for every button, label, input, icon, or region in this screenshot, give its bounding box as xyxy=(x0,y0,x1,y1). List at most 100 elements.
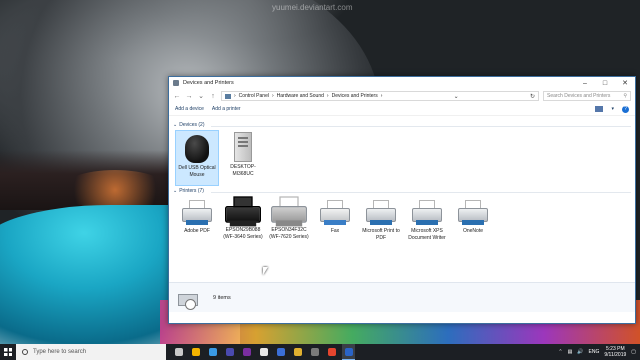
add-printer-button[interactable]: Add a printer xyxy=(212,106,241,112)
devices-group-header[interactable]: ⌄ Devices (2) xyxy=(173,122,205,128)
items-view: ⌄ Devices (2) Dell USB Optical Mouse DES… xyxy=(169,116,635,312)
printer-item-ms-print-to-pdf[interactable]: Microsoft Print to PDF xyxy=(359,200,403,241)
printer-item-fax[interactable]: Fax xyxy=(313,200,357,235)
minimize-button[interactable]: – xyxy=(575,77,595,89)
devices-and-printers-window: Devices and Printers – □ ✕ ← → ⌄ ↑ › Con… xyxy=(168,76,636,324)
details-pane: 9 items xyxy=(169,282,635,312)
refresh-icon[interactable]: ↻ xyxy=(530,93,535,100)
change-view-icon[interactable] xyxy=(595,106,604,112)
search-input[interactable]: Search Devices and Printers xyxy=(547,93,610,99)
breadcrumb-hardware-and-sound[interactable]: Hardware and Sound xyxy=(277,93,324,99)
taskbar-app-button[interactable] xyxy=(325,344,338,360)
printer-label: Fax xyxy=(330,228,340,234)
maximize-button[interactable]: □ xyxy=(595,77,615,89)
taskbar-app-button[interactable] xyxy=(189,344,202,360)
windows-logo-icon xyxy=(4,348,12,356)
printers-group-header[interactable]: ⌄ Printers (7) xyxy=(173,188,204,194)
printer-item-ms-xps-writer[interactable]: Microsoft XPS Document Writer xyxy=(405,200,449,241)
taskbar-search-box[interactable]: Type here to search xyxy=(16,344,166,360)
computer-icon xyxy=(234,132,252,162)
taskbar-app-button[interactable] xyxy=(342,344,355,360)
taskbar-app-icon xyxy=(242,348,251,356)
wallpaper-watermark: yuumei.deviantart.com xyxy=(272,3,353,12)
device-label: Dell USB Optical Mouse xyxy=(178,165,216,178)
title-bar[interactable]: Devices and Printers – □ ✕ xyxy=(169,77,635,89)
notifications-icon[interactable]: ▢ xyxy=(631,349,636,355)
language-indicator[interactable]: ENG xyxy=(589,349,600,355)
devices-printers-app-icon xyxy=(173,80,179,86)
printer-label: Microsoft Print to PDF xyxy=(362,228,400,241)
search-icon xyxy=(22,349,28,355)
taskbar-app-button[interactable] xyxy=(240,344,253,360)
printer-label: Microsoft XPS Document Writer xyxy=(408,228,446,241)
printer-icon xyxy=(180,200,214,226)
taskbar-app-icon xyxy=(208,348,217,356)
device-item-mouse[interactable]: Dell USB Optical Mouse xyxy=(175,130,219,186)
window-title: Devices and Printers xyxy=(183,80,234,86)
taskbar-app-icon xyxy=(276,348,285,356)
printer-label: EPSON34F32C (WF-7620 Series) xyxy=(269,227,309,240)
devices-printers-icon xyxy=(177,288,199,310)
printer-item-onenote[interactable]: OneNote xyxy=(451,200,495,235)
taskbar-app-button[interactable] xyxy=(257,344,270,360)
fire-glow xyxy=(60,170,170,210)
taskbar-app-icon xyxy=(327,348,336,356)
close-button[interactable]: ✕ xyxy=(615,77,635,89)
forward-arrow-icon[interactable]: → xyxy=(185,93,193,100)
recent-locations-chevron-icon[interactable]: ⌄ xyxy=(197,92,205,100)
printer-item-epson-wf7620[interactable]: EPSON34F32C (WF-7620 Series) xyxy=(267,196,311,240)
printer-item-adobe-pdf[interactable]: Adobe PDF xyxy=(175,200,219,235)
start-button[interactable] xyxy=(0,344,16,360)
network-icon[interactable]: ▤ xyxy=(568,349,573,355)
back-arrow-icon[interactable]: ← xyxy=(173,93,181,100)
breadcrumb-separator: › xyxy=(271,93,274,99)
taskbar-app-button[interactable] xyxy=(223,344,236,360)
printer-icon xyxy=(269,196,310,227)
breadcrumb-control-panel[interactable]: Control Panel xyxy=(239,93,269,99)
taskbar-app-icon xyxy=(191,348,200,356)
up-arrow-icon[interactable]: ↑ xyxy=(209,93,217,100)
taskbar-app-button[interactable] xyxy=(274,344,287,360)
taskbar-app-icon xyxy=(310,348,319,356)
help-icon[interactable]: ? xyxy=(622,105,629,113)
breadcrumb-separator: › xyxy=(326,93,329,99)
printer-label: Adobe PDF xyxy=(184,228,210,234)
taskbar-app-button[interactable] xyxy=(172,344,185,360)
taskbar-app-button[interactable] xyxy=(308,344,321,360)
collapse-chevron-icon[interactable]: ⌄ xyxy=(173,188,177,194)
printers-group-label: Printers (7) xyxy=(179,188,204,194)
breadcrumb-separator: › xyxy=(380,93,383,99)
device-item-computer[interactable]: DESKTOP-MI368UC xyxy=(221,130,265,177)
printer-icon xyxy=(364,200,398,226)
system-tray: ⌃ ▤ 🔊 ENG 5:23 PM 9/11/2019 ▢ xyxy=(558,346,640,358)
taskbar-app-button[interactable] xyxy=(291,344,304,360)
taskbar-app-icon xyxy=(344,347,353,356)
printer-label: EPSON29B088 (WF-3640 Series) xyxy=(223,227,263,240)
taskbar-pinned-apps xyxy=(172,344,355,360)
search-box[interactable]: Search Devices and Printers ⚲ xyxy=(543,91,631,101)
mouse-cursor-icon xyxy=(263,267,268,275)
clock[interactable]: 5:23 PM 9/11/2019 xyxy=(604,346,626,358)
breadcrumb-devices-and-printers[interactable]: Devices and Printers xyxy=(332,93,378,99)
collapse-chevron-icon[interactable]: ⌄ xyxy=(173,122,177,128)
address-dropdown-chevron-icon[interactable]: ⌄ xyxy=(454,93,459,100)
item-count: 9 items xyxy=(213,294,231,301)
add-device-button[interactable]: Add a device xyxy=(175,106,204,112)
control-panel-icon xyxy=(225,93,231,99)
taskbar-app-icon xyxy=(259,348,268,356)
taskbar-app-button[interactable] xyxy=(206,344,219,360)
address-row: ← → ⌄ ↑ › Control Panel › Hardware and S… xyxy=(169,89,635,103)
taskbar-search-input[interactable]: Type here to search xyxy=(33,349,86,355)
volume-icon[interactable]: 🔊 xyxy=(577,349,583,355)
printer-icon xyxy=(456,200,490,226)
view-dropdown-chevron-icon[interactable]: ▾ xyxy=(611,106,614,112)
breadcrumb-separator: › xyxy=(234,93,236,99)
taskbar-app-icon xyxy=(225,348,234,356)
devices-group-label: Devices (2) xyxy=(179,122,205,128)
printer-item-epson-wf3640[interactable]: EPSON29B088 (WF-3640 Series) xyxy=(221,196,265,240)
address-bar[interactable]: › Control Panel › Hardware and Sound › D… xyxy=(221,91,539,101)
printer-icon xyxy=(410,200,444,226)
show-hidden-icons-chevron-icon[interactable]: ⌃ xyxy=(558,349,562,355)
mouse-icon xyxy=(185,135,209,163)
command-bar: Add a device Add a printer ▾ ? xyxy=(169,103,635,116)
